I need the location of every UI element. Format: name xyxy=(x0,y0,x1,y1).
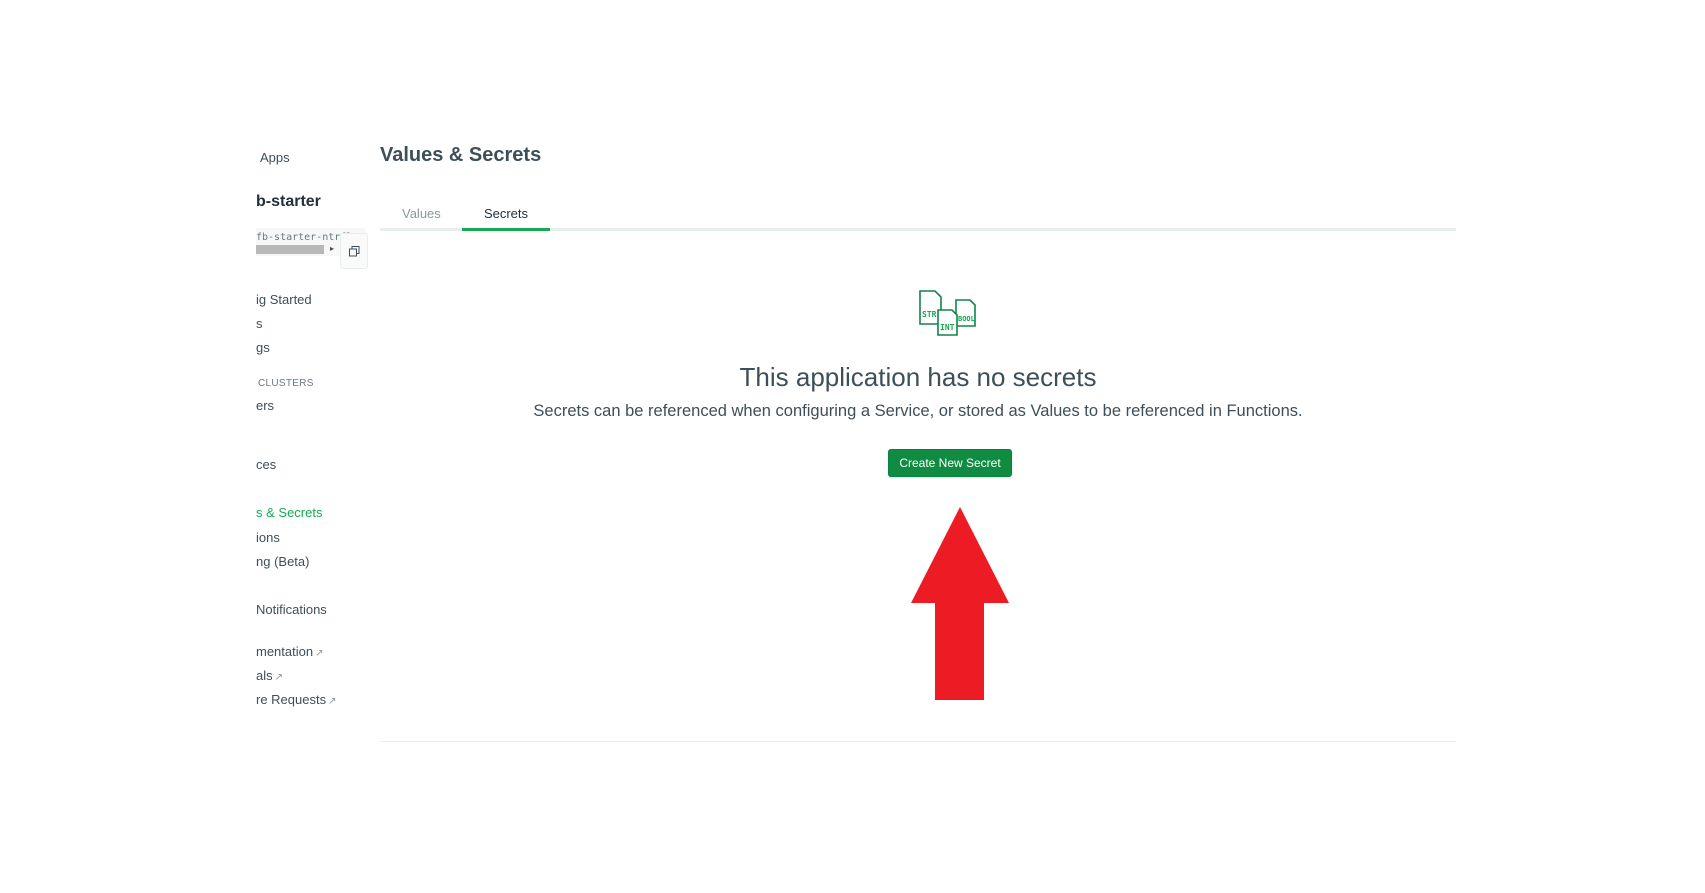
sidebar-item-clusters[interactable]: ers xyxy=(256,398,274,413)
app-name: b-starter xyxy=(256,193,321,210)
sidebar-item-tutorials-label: als xyxy=(256,668,273,683)
external-link-icon: ↗ xyxy=(274,672,284,683)
copy-icon xyxy=(348,245,359,256)
external-link-icon: ↗ xyxy=(315,648,324,659)
red-up-arrow-annotation xyxy=(911,507,1009,700)
sidebar-item-feature-requests[interactable]: re Requests ↗ xyxy=(256,692,336,707)
caret-right-icon[interactable]: ▸ xyxy=(330,244,334,253)
sidebar-item-getting-started[interactable]: ig Started xyxy=(256,292,312,307)
external-link-icon: ↗ xyxy=(328,696,337,707)
empty-state-title: This application has no secrets xyxy=(739,362,1097,392)
svg-text:STR: STR xyxy=(922,310,937,319)
tab-secrets[interactable]: Secrets xyxy=(462,206,550,231)
footer-divider xyxy=(380,741,1456,742)
sidebar-item-tutorials[interactable]: als ↗ xyxy=(256,668,283,683)
copy-app-id-button[interactable] xyxy=(340,233,368,269)
app-id: fb-starter-ntrfl xyxy=(256,232,353,243)
sidebar-item-settings[interactable]: gs xyxy=(256,340,270,355)
apps-link[interactable]: Apps xyxy=(260,150,290,165)
create-new-secret-button[interactable]: Create New Secret xyxy=(888,449,1012,477)
app-id-redacted xyxy=(256,245,324,254)
tab-values[interactable]: Values xyxy=(402,206,441,227)
sidebar-item-hosting-beta[interactable]: ng (Beta) xyxy=(256,554,309,569)
svg-text:BOOL: BOOL xyxy=(958,315,975,323)
page-title: Values & Secrets xyxy=(380,144,542,166)
sidebar-item-documentation-label: mentation xyxy=(256,644,314,659)
svg-text:INT: INT xyxy=(940,323,955,332)
empty-state-description: Secrets can be referenced when configuri… xyxy=(533,402,1303,420)
sidebar-item-push-notifications[interactable]: Notifications xyxy=(256,602,327,617)
value-types-icon: STR INT BOOL xyxy=(919,290,976,336)
sidebar-item-logs[interactable]: s xyxy=(256,316,263,331)
sidebar-section-clusters: CLUSTERS xyxy=(258,378,314,389)
sidebar-item-services[interactable]: ces xyxy=(256,457,276,472)
tab-bar: Values Secrets xyxy=(380,200,1456,231)
sidebar-item-feature-requests-label: re Requests xyxy=(256,692,327,707)
sidebar-item-documentation[interactable]: mentation ↗ xyxy=(256,644,323,659)
sidebar-item-functions[interactable]: ions xyxy=(256,530,280,545)
sidebar-item-values-secrets[interactable]: s & Secrets xyxy=(256,505,322,520)
sidebar: Apps b-starter fb-starter-ntrfl ▸ ig Sta… xyxy=(256,128,376,768)
